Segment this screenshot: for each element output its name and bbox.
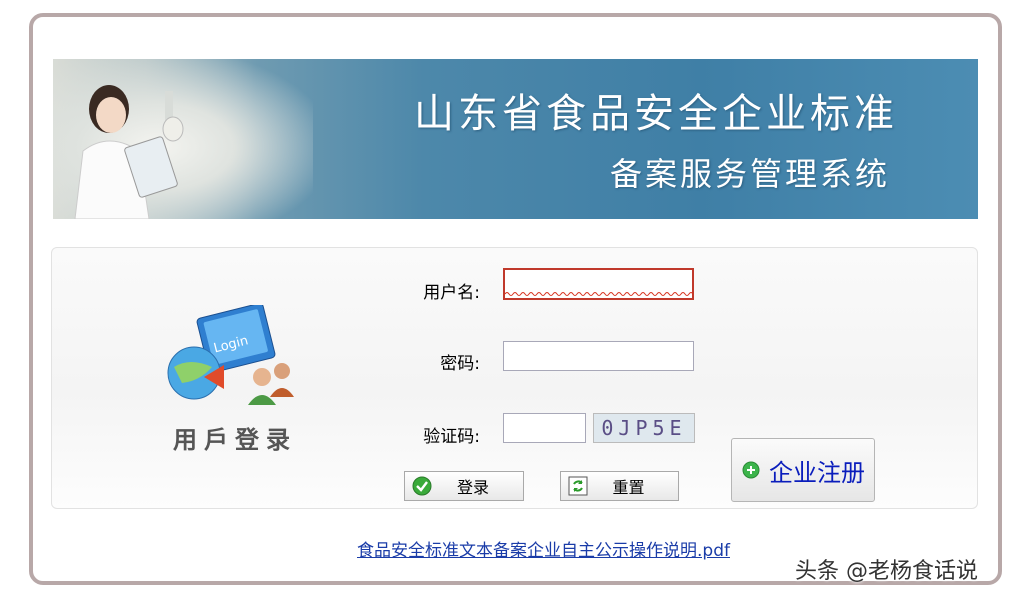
watermark-text: 头条 @老杨食话说 [795,559,978,584]
spellcheck-underline [505,292,693,296]
captcha-image[interactable]: 0JP5E [593,413,695,443]
captcha-label: 验证码: [423,427,480,447]
login-button-label: 登录 [456,478,489,497]
header-banner: 山东省食品安全企业标准 备案服务管理系统 [53,59,978,219]
reset-button-label: 重置 [612,478,645,497]
pdf-guide-link[interactable]: 食品安全标准文本备案企业自主公示操作说明.pdf [357,536,730,561]
plus-circle-icon [742,461,760,479]
check-circle-icon [412,476,432,496]
captcha-input[interactable] [503,413,586,443]
password-label: 密码: [440,354,480,374]
password-input[interactable] [503,341,694,371]
register-button-label: 企业注册 [769,458,865,487]
register-button[interactable]: 企业注册 [731,438,875,502]
banner-subtitle: 备案服务管理系统 [609,155,890,193]
username-label: 用户名: [423,283,480,303]
reset-button[interactable]: 重置 [560,471,679,501]
banner-title: 山东省食品安全企业标准 [414,91,898,137]
login-computer-icon: Login [167,305,294,405]
scientist-illustration [74,85,184,219]
refresh-icon [568,476,588,496]
login-button[interactable]: 登录 [404,471,524,501]
login-logo-label: 用戶登录 [173,426,297,454]
